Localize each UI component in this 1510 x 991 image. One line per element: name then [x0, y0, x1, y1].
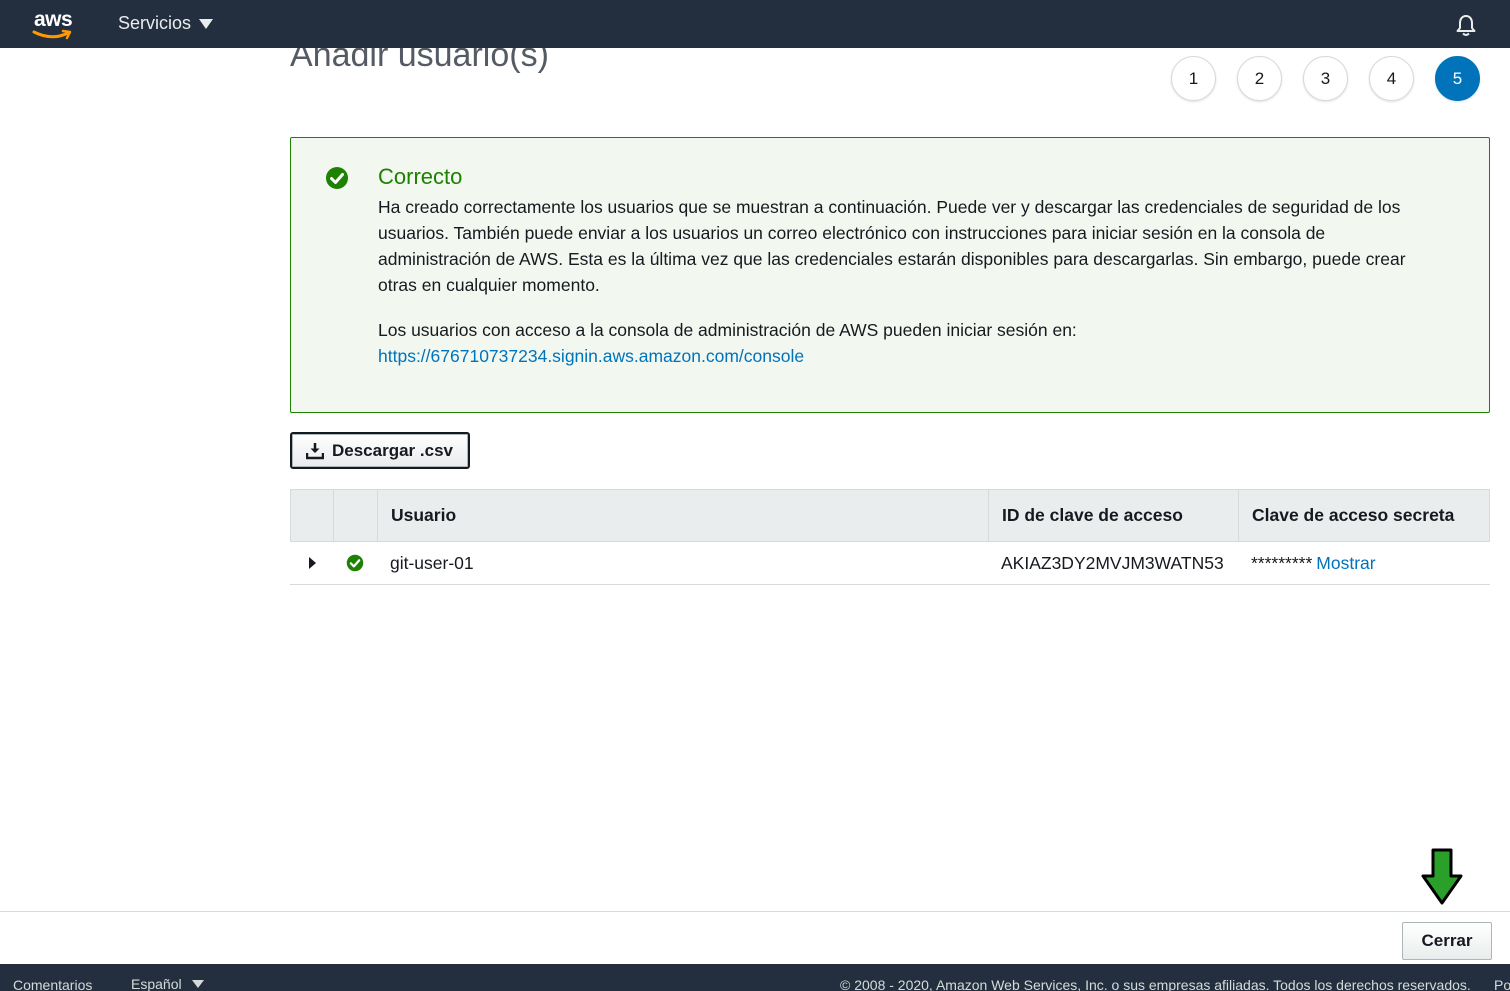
header-access-key-id: ID de clave de acceso: [989, 490, 1239, 541]
row-expand-cell: [290, 542, 333, 584]
language-label: Español: [131, 976, 182, 991]
show-secret-link[interactable]: Mostrar: [1316, 553, 1375, 574]
table-row: git-user-01 AKIAZ3DY2MVJM3WATN53 *******…: [290, 542, 1490, 585]
caret-down-icon: [199, 18, 214, 29]
services-label: Servicios: [118, 13, 192, 33]
users-table: Usuario ID de clave de acceso Clave de a…: [290, 489, 1490, 585]
copyright-text: © 2008 - 2020, Amazon Web Services, Inc.…: [840, 977, 1471, 991]
wizard-steps: 1 2 3 4 5: [1171, 56, 1480, 101]
arrow-down-annotation-icon: [1420, 848, 1464, 911]
success-alert: Correcto Ha creado correctamente los usu…: [290, 137, 1490, 413]
page-title: Añadir usuario(s): [290, 48, 690, 92]
step-4[interactable]: 4: [1369, 56, 1414, 101]
top-nav: aws Servicios: [0, 0, 1510, 48]
row-access-key-id: AKIAZ3DY2MVJM3WATN53: [1001, 552, 1224, 573]
action-bar: Cerrar: [0, 911, 1510, 964]
aws-logo[interactable]: aws: [32, 8, 78, 40]
aws-smile-icon: [32, 29, 72, 40]
console-signin-info: Los usuarios con acceso a la consola de …: [378, 317, 1438, 369]
step-1[interactable]: 1: [1171, 56, 1216, 101]
footer-extra-link[interactable]: Po: [1494, 977, 1510, 991]
header-status-col: [334, 490, 378, 541]
download-icon: [306, 442, 324, 459]
table-header: Usuario ID de clave de acceso Clave de a…: [290, 489, 1490, 542]
feedback-link[interactable]: Comentarios: [13, 977, 92, 991]
step-2[interactable]: 2: [1237, 56, 1282, 101]
bell-icon[interactable]: [1455, 13, 1477, 37]
download-csv-button[interactable]: Descargar .csv: [290, 432, 470, 469]
success-check-icon: [325, 166, 349, 195]
services-menu[interactable]: Servicios: [118, 13, 214, 34]
success-message: Ha creado correctamente los usuarios que…: [378, 197, 1406, 295]
header-expand-col: [291, 490, 334, 541]
row-status-cell: [333, 542, 377, 584]
language-selector[interactable]: Español: [131, 976, 204, 991]
expand-arrow-icon[interactable]: [309, 557, 316, 569]
success-title: Correcto: [378, 164, 463, 189]
page-title-text: Añadir usuario(s): [290, 48, 549, 74]
caret-down-icon: [191, 980, 204, 988]
download-csv-label: Descargar .csv: [332, 440, 453, 460]
header-secret-key: Clave de acceso secreta: [1252, 505, 1455, 525]
console-signin-text: Los usuarios con acceso a la consola de …: [378, 320, 1077, 340]
console-signin-link[interactable]: https://676710737234.signin.aws.amazon.c…: [378, 346, 804, 366]
row-secret-key: ********* Mostrar: [1238, 542, 1490, 584]
secret-masked: *********: [1251, 552, 1313, 573]
header-user: Usuario: [378, 490, 989, 541]
footer: Comentarios Español © 2008 - 2020, Amazo…: [0, 964, 1510, 991]
step-5-current: 5: [1435, 56, 1480, 101]
close-button[interactable]: Cerrar: [1402, 922, 1492, 960]
row-user: git-user-01: [390, 552, 474, 573]
step-3[interactable]: 3: [1303, 56, 1348, 101]
success-check-icon: [346, 554, 364, 572]
